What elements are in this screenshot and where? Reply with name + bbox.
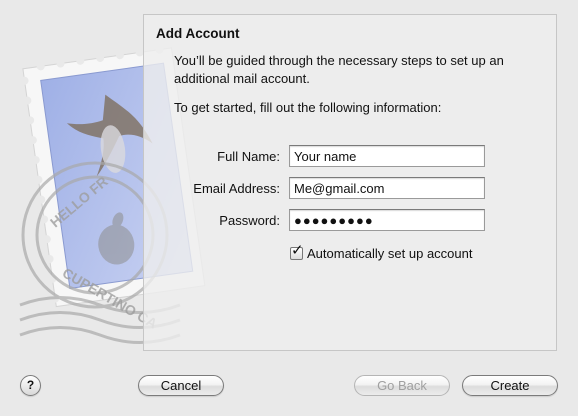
postmark-text-top: HELLO FR <box>47 173 111 230</box>
panel-title: Add Account <box>156 26 240 41</box>
auto-setup-row: ✓ Automatically set up account <box>290 243 472 261</box>
password-label: Password: <box>219 213 280 228</box>
auto-setup-label[interactable]: Automatically set up account <box>307 246 472 261</box>
apple-logo-icon <box>98 212 135 265</box>
add-account-panel: Add Account You’ll be guided through the… <box>143 14 557 351</box>
add-account-window: HELLO FR CUPERTINO CA Add Account You’ll… <box>0 0 578 416</box>
full-name-label: Full Name: <box>217 149 280 164</box>
email-label: Email Address: <box>193 181 280 196</box>
password-field[interactable] <box>289 209 485 231</box>
intro-text: You’ll be guided through the necessary s… <box>174 53 504 86</box>
help-button[interactable]: ? <box>20 375 41 396</box>
go-back-button[interactable]: Go Back <box>354 375 450 396</box>
prompt-text: To get started, fill out the following i… <box>174 100 442 115</box>
email-field[interactable] <box>289 177 485 199</box>
auto-setup-checkbox[interactable]: ✓ <box>290 243 304 260</box>
cancel-button[interactable]: Cancel <box>138 375 224 396</box>
checkmark-icon: ✓ <box>291 242 304 259</box>
full-name-field[interactable] <box>289 145 485 167</box>
create-button[interactable]: Create <box>462 375 558 396</box>
